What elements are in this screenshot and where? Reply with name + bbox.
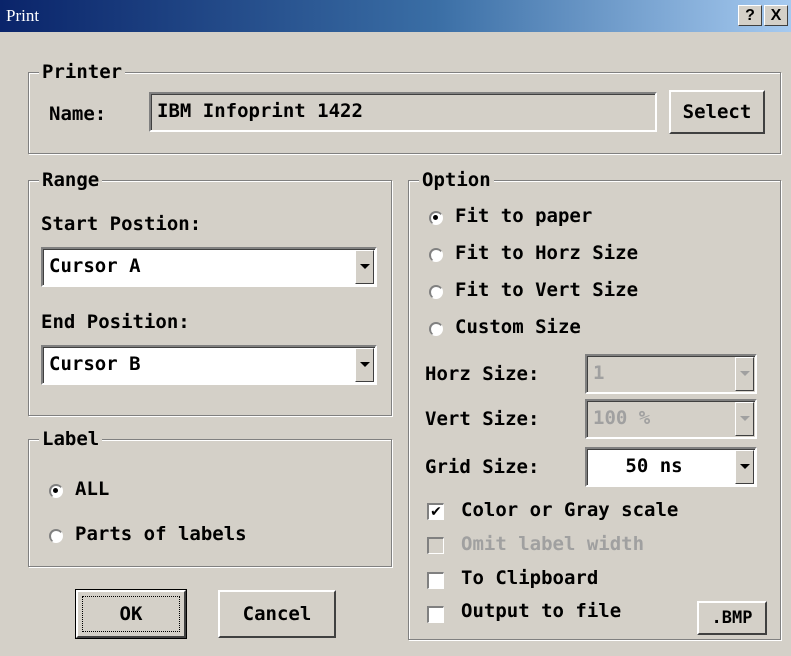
- radio-custom-size[interactable]: [429, 322, 443, 336]
- option-group: Option Fit to paper Fit to Horz Size Fit…: [408, 168, 781, 640]
- grid-size-label: Grid Size:: [425, 456, 540, 478]
- start-position-select[interactable]: Cursor A: [41, 247, 377, 287]
- printer-group: Printer Name: IBM Infoprint 1422 Select: [28, 60, 781, 154]
- omit-label-width-label: Omit label width: [461, 533, 645, 555]
- fit-to-horz-size-label[interactable]: Fit to Horz Size: [455, 242, 638, 264]
- fit-to-paper-label[interactable]: Fit to paper: [455, 205, 592, 227]
- radio-label-all[interactable]: [49, 484, 63, 498]
- output-to-file-checkbox[interactable]: [427, 606, 444, 623]
- window-title: Print: [6, 6, 40, 25]
- radio-fit-to-vert-size[interactable]: [429, 285, 443, 299]
- radio-fit-to-horz-size[interactable]: [429, 248, 443, 262]
- chevron-down-icon[interactable]: [735, 450, 754, 484]
- start-position-value: Cursor A: [49, 255, 141, 277]
- label-option-parts[interactable]: Parts of labels: [75, 523, 247, 545]
- radio-fit-to-paper[interactable]: [429, 211, 443, 225]
- end-position-label: End Position:: [41, 311, 190, 333]
- grid-size-select[interactable]: 50 ns: [585, 447, 757, 487]
- vert-size-value: 100 %: [593, 407, 651, 429]
- focus-rect: [82, 596, 180, 632]
- fit-to-vert-size-label[interactable]: Fit to Vert Size: [455, 279, 638, 301]
- end-position-select[interactable]: Cursor B: [41, 345, 377, 385]
- label-legend: Label: [39, 427, 103, 451]
- to-clipboard-label[interactable]: To Clipboard: [461, 567, 598, 589]
- to-clipboard-checkbox[interactable]: [427, 572, 444, 589]
- custom-size-label[interactable]: Custom Size: [455, 316, 581, 338]
- bmp-button[interactable]: .BMP: [697, 601, 767, 635]
- range-legend: Range: [39, 168, 103, 192]
- color-checkbox[interactable]: ✔: [427, 503, 444, 520]
- label-group: Label ALL Parts of labels: [28, 427, 392, 567]
- horz-size-value: 1: [593, 362, 605, 384]
- close-button[interactable]: X: [764, 5, 788, 26]
- cancel-button[interactable]: Cancel: [218, 590, 336, 638]
- select-printer-button[interactable]: Select: [669, 90, 765, 134]
- printer-legend: Printer: [39, 60, 126, 84]
- chevron-down-icon[interactable]: [355, 250, 374, 284]
- printer-name-field: IBM Infoprint 1422: [149, 92, 657, 132]
- chevron-down-icon: [735, 402, 754, 436]
- ok-button[interactable]: OK: [75, 589, 187, 639]
- title-bar: Print ? X: [0, 0, 791, 32]
- horz-size-label: Horz Size:: [425, 363, 540, 385]
- range-group: Range Start Postion: Cursor A End Positi…: [28, 168, 392, 416]
- vert-size-label: Vert Size:: [425, 408, 540, 430]
- grid-size-value: 50 ns: [625, 455, 683, 477]
- horz-size-select: 1: [585, 354, 757, 394]
- option-legend: Option: [419, 168, 494, 192]
- end-position-value: Cursor B: [49, 353, 141, 375]
- help-button[interactable]: ?: [738, 5, 762, 26]
- printer-name-value: IBM Infoprint 1422: [157, 100, 363, 122]
- start-position-label: Start Postion:: [41, 213, 202, 235]
- chevron-down-icon[interactable]: [355, 348, 374, 382]
- checkmark-icon: ✔: [430, 504, 442, 520]
- omit-label-width-checkbox: [427, 537, 444, 554]
- printer-name-label: Name:: [49, 103, 107, 125]
- chevron-down-icon: [735, 357, 754, 391]
- color-gray-scale-label[interactable]: Color or Gray scale: [461, 499, 678, 521]
- radio-label-parts[interactable]: [49, 529, 63, 543]
- vert-size-select: 100 %: [585, 399, 757, 439]
- label-option-all[interactable]: ALL: [75, 478, 109, 500]
- output-to-file-label[interactable]: Output to file: [461, 600, 621, 622]
